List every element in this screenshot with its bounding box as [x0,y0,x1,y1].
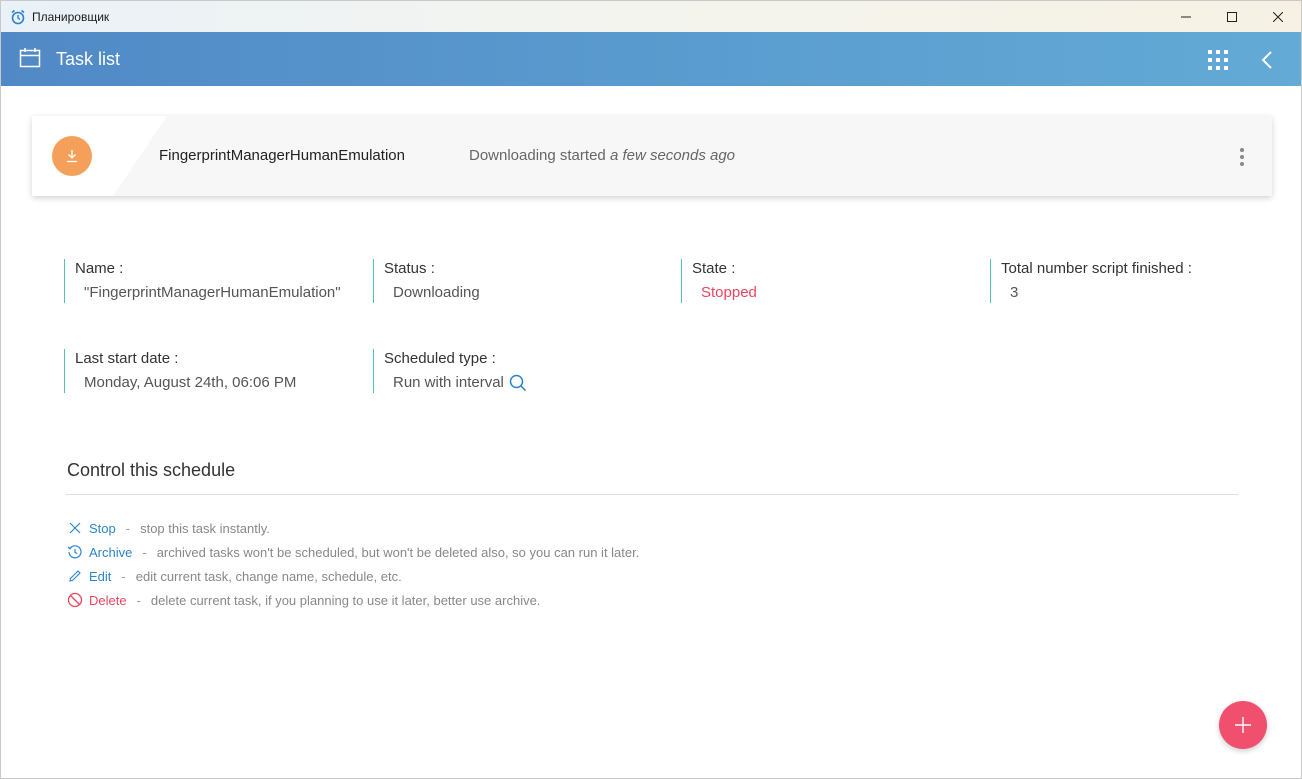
delete-description: delete current task, if you planning to … [150,592,541,608]
separator: - [125,520,131,536]
total-finished-label: Total number script finished : [1001,260,1192,277]
chevron-left-icon[interactable] [1257,49,1277,71]
more-vertical-icon[interactable] [1232,146,1252,168]
state-label: State : [692,260,736,277]
task-status-prefix: Downloading started [469,147,606,164]
task-status-time: a few seconds ago [609,147,736,164]
search-icon[interactable] [509,374,527,392]
state-value: Stopped [701,284,757,301]
total-finished-value: 3 [1010,284,1019,301]
scheduled-type-row: Run with interval [384,373,527,393]
forbidden-icon[interactable] [67,592,83,608]
delete-link[interactable]: Delete [89,593,127,608]
status-field: Status : Downloading [373,259,480,303]
control-section-title: Control this schedule [67,460,236,480]
scheduled-type-label: Scheduled type : [384,350,496,367]
last-start-field: Last start date : Monday, August 24th, 0… [64,349,296,393]
task-card[interactable]: FingerprintManagerHumanEmulation Downloa… [32,116,1272,196]
action-delete: Delete - delete current task, if you pla… [67,592,540,608]
app-window: Планировщик Task list FingerprintManager… [0,0,1302,779]
state-field: State : Stopped [681,259,757,303]
separator: - [142,544,147,560]
pencil-icon[interactable] [67,568,83,584]
maximize-button[interactable] [1209,1,1255,32]
plus-icon [1235,717,1251,733]
scheduled-type-field: Scheduled type : Run with interval [373,349,527,393]
title-bar: Планировщик [1,1,1301,32]
name-field: Name : "FingerprintManagerHumanEmulation… [64,259,341,303]
total-finished-field: Total number script finished : 3 [990,259,1192,303]
add-task-button[interactable] [1219,701,1267,749]
task-name: FingerprintManagerHumanEmulation [159,147,405,164]
history-icon[interactable] [67,544,83,560]
divider [66,494,1238,495]
last-start-value: Monday, August 24th, 06:06 PM [84,374,297,391]
close-icon[interactable] [67,520,83,536]
action-stop: Stop - stop this task instantly. [67,520,270,536]
action-edit: Edit - edit current task, change name, s… [67,568,402,584]
window-controls [1163,1,1301,32]
app-header: Task list [1,32,1301,86]
separator: - [121,568,126,584]
apps-grid-icon[interactable] [1207,49,1229,71]
page-title: Task list [56,49,121,69]
close-window-button[interactable] [1255,1,1301,32]
archive-link[interactable]: Archive [89,545,132,560]
name-label: Name : [75,260,124,277]
status-label: Status : [384,260,435,277]
download-icon [52,136,92,176]
task-status: Downloading started a few seconds ago [469,147,735,164]
minimize-button[interactable] [1163,1,1209,32]
window-title: Планировщик [32,9,110,24]
stop-description: stop this task instantly. [140,520,270,536]
scheduled-type-value: Run with interval [393,374,504,391]
status-value: Downloading [393,284,480,301]
last-start-label: Last start date : [75,350,179,367]
edit-description: edit current task, change name, schedule… [135,568,402,584]
action-archive: Archive - archived tasks won't be schedu… [67,544,639,560]
stop-link[interactable]: Stop [89,521,116,536]
calendar-icon[interactable] [19,47,41,69]
name-value: "FingerprintManagerHumanEmulation" [84,284,341,301]
alarm-clock-icon [10,9,26,25]
edit-link[interactable]: Edit [89,569,111,584]
separator: - [136,592,141,608]
archive-description: archived tasks won't be scheduled, but w… [156,544,640,560]
